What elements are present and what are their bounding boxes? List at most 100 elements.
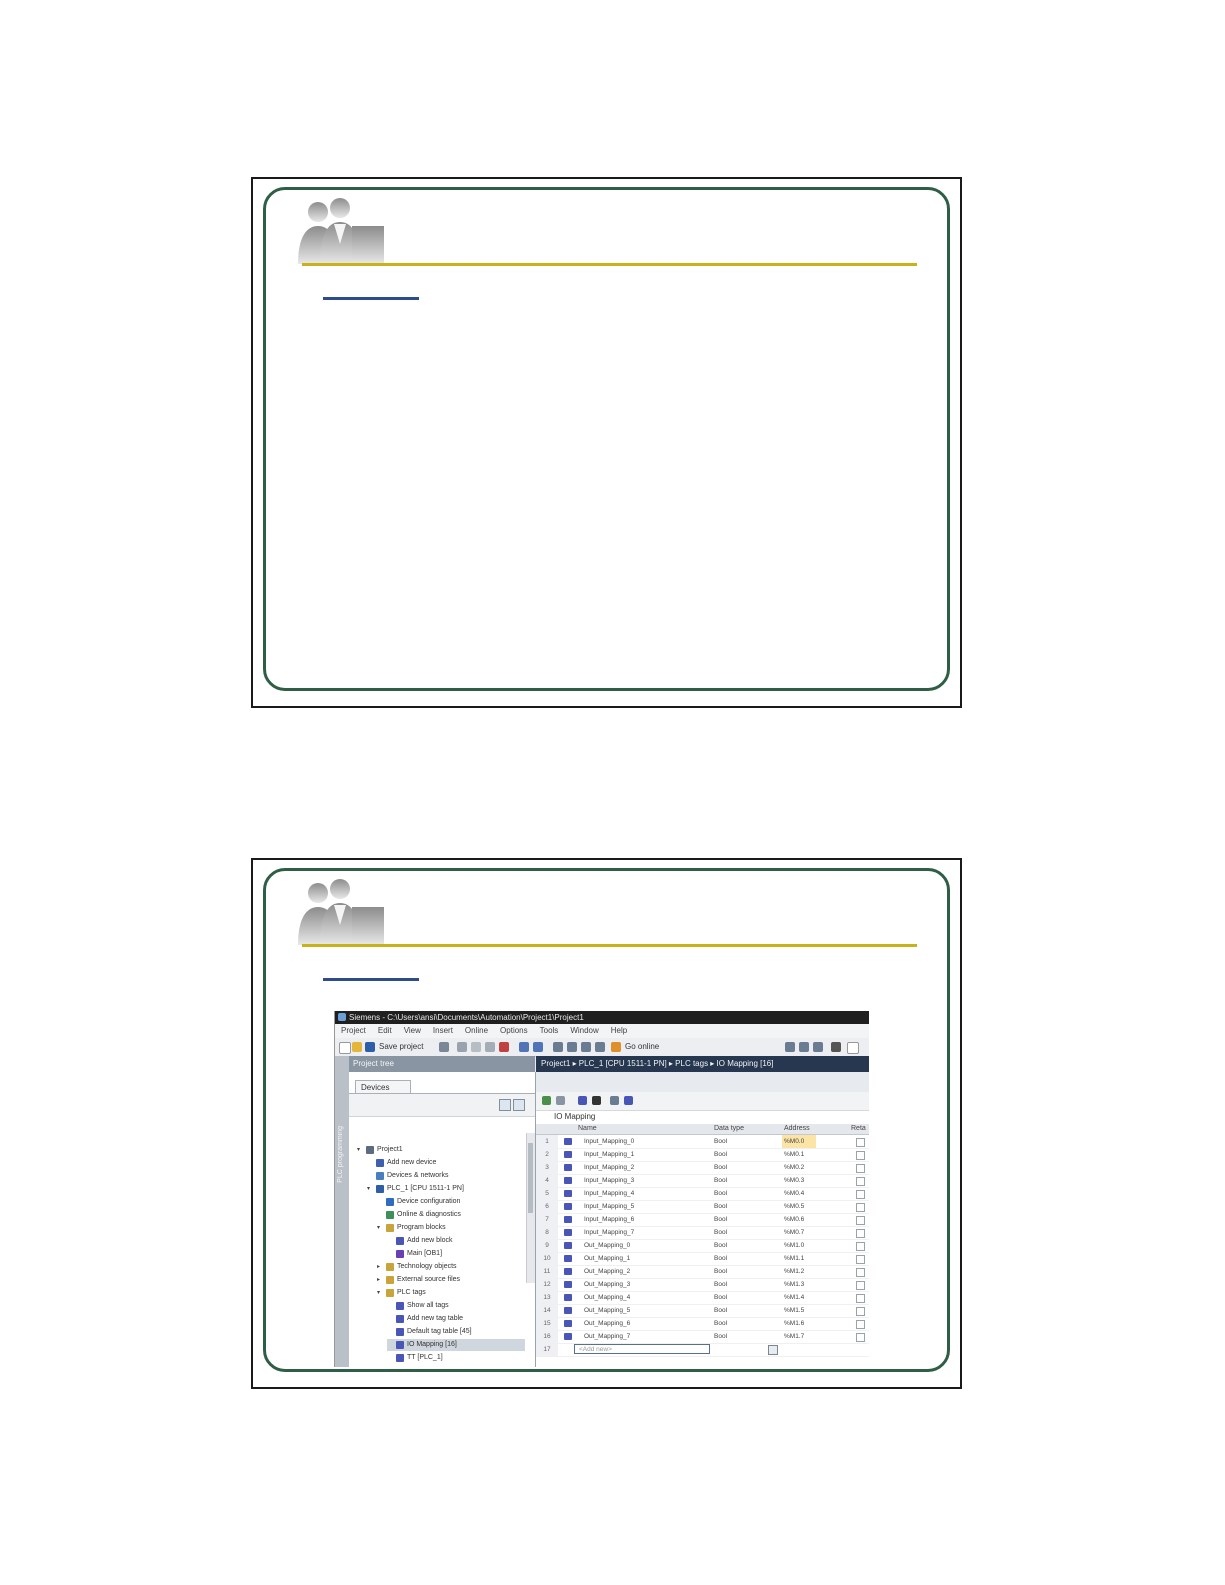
address-cell[interactable]: %M0.3 [782,1174,816,1187]
address-cell[interactable]: %M0.2 [782,1161,816,1174]
menu-item-window[interactable]: Window [570,1024,598,1038]
tag-name-cell[interactable]: Input_Mapping_5 [584,1200,634,1213]
close-icon[interactable] [831,1042,841,1052]
tree-item[interactable]: Add new block [387,1235,525,1247]
address-cell[interactable]: %M1.2 [782,1265,816,1278]
go-online-icon[interactable] [611,1042,621,1052]
retain-checkbox[interactable] [856,1333,865,1342]
tree-expander-icon[interactable]: ▸ [377,1274,383,1286]
data-type-cell[interactable]: Bool [714,1278,727,1291]
tag-name-cell[interactable]: Out_Mapping_6 [584,1317,630,1330]
address-cell[interactable]: %M0.7 [782,1226,816,1239]
data-type-cell[interactable]: Bool [714,1213,727,1226]
filter-icon[interactable] [624,1096,633,1105]
address-cell[interactable]: %M1.5 [782,1304,816,1317]
layout-icon[interactable] [799,1042,809,1052]
pin-icon[interactable] [592,1096,601,1105]
tree-item[interactable]: ▾ Program blocks [377,1222,525,1234]
data-type-cell[interactable]: Bool [714,1252,727,1265]
tree-item[interactable]: ▸ Technology objects [377,1261,525,1273]
address-cell[interactable]: %M1.3 [782,1278,816,1291]
tree-view-icon[interactable] [499,1099,511,1111]
address-cell[interactable]: %M0.1 [782,1148,816,1161]
save-icon[interactable] [365,1042,375,1052]
side-strip-label[interactable]: PLC programming [337,1126,344,1183]
retain-checkbox[interactable] [856,1177,865,1186]
table-row[interactable]: 3 Input_Mapping_2 Bool %M0.2 [536,1161,869,1175]
table-row[interactable]: 10 Out_Mapping_1 Bool %M1.1 [536,1252,869,1266]
menu-item-options[interactable]: Options [500,1024,528,1038]
tag-name-cell[interactable]: Input_Mapping_6 [584,1213,634,1226]
redo-icon[interactable] [533,1042,543,1052]
address-cell[interactable]: %M0.0 [782,1135,817,1148]
data-type-cell[interactable]: Bool [714,1304,727,1317]
table-row[interactable]: 11 Out_Mapping_2 Bool %M1.2 [536,1265,869,1279]
address-cell[interactable]: %M0.5 [782,1200,816,1213]
table-row[interactable]: 5 Input_Mapping_4 Bool %M0.4 [536,1187,869,1201]
data-type-cell[interactable]: Bool [714,1330,727,1343]
data-type-cell[interactable]: Bool [714,1187,727,1200]
tree-item[interactable]: ▾ PLC tags [377,1287,525,1299]
menu-item-view[interactable]: View [404,1024,421,1038]
column-header-address[interactable]: Address [784,1124,810,1134]
retain-checkbox[interactable] [856,1229,865,1238]
add-row-icon[interactable] [542,1096,551,1105]
data-type-cell[interactable]: Bool [714,1265,727,1278]
go-online-button[interactable]: Go online [625,1042,659,1051]
tree-item[interactable]: ▾ Project1 [357,1144,525,1156]
data-type-cell[interactable]: Bool [714,1291,727,1304]
data-type-cell[interactable]: Bool [714,1317,727,1330]
retain-checkbox[interactable] [856,1164,865,1173]
copy-icon[interactable] [471,1042,481,1052]
save-project-button[interactable]: Save project [379,1042,423,1051]
table-row[interactable]: 13 Out_Mapping_4 Bool %M1.4 [536,1291,869,1305]
retain-checkbox[interactable] [856,1281,865,1290]
tree-item[interactable]: Device configuration [377,1196,525,1208]
menu-item-help[interactable]: Help [611,1024,627,1038]
address-cell[interactable]: %M1.7 [782,1330,816,1343]
table-row[interactable]: 15 Out_Mapping_6 Bool %M1.6 [536,1317,869,1331]
tree-item[interactable]: Online & diagnostics [377,1209,525,1221]
tree-expander-icon[interactable]: ▾ [377,1287,383,1299]
retain-checkbox[interactable] [856,1255,865,1264]
tree-item[interactable]: ▸ PLC data types [377,1365,525,1367]
table-row[interactable]: 1 Input_Mapping_0 Bool %M0.0 [536,1135,869,1149]
table-row[interactable]: 14 Out_Mapping_5 Bool %M1.5 [536,1304,869,1318]
table-row[interactable]: 7 Input_Mapping_6 Bool %M0.6 [536,1213,869,1227]
data-type-cell[interactable]: Bool [714,1200,727,1213]
address-cell[interactable]: %M0.4 [782,1187,816,1200]
insert-row-icon[interactable] [556,1096,565,1105]
search-box-icon[interactable] [847,1042,859,1054]
tag-name-cell[interactable]: Input_Mapping_1 [584,1148,634,1161]
tab-devices[interactable]: Devices [355,1080,411,1093]
tag-name-cell[interactable]: Input_Mapping_4 [584,1187,634,1200]
tree-item[interactable]: IO Mapping [16] [387,1339,525,1351]
compile-icon[interactable] [553,1042,563,1052]
tree-item[interactable]: Main [OB1] [387,1248,525,1260]
tree-item[interactable]: ▸ External source files [377,1274,525,1286]
data-type-cell[interactable]: Bool [714,1226,727,1239]
menu-item-insert[interactable]: Insert [433,1024,453,1038]
add-new-row[interactable]: 17 <Add new> [536,1343,869,1357]
paste-icon[interactable] [485,1042,495,1052]
column-header-data-type[interactable]: Data type [714,1124,744,1134]
upload-icon[interactable] [581,1042,591,1052]
address-cell[interactable]: %M1.1 [782,1252,816,1265]
split-view-icon[interactable] [785,1042,795,1052]
undo-icon[interactable] [519,1042,529,1052]
retain-checkbox[interactable] [856,1138,865,1147]
tree-item[interactable]: Add new tag table [387,1313,525,1325]
new-project-icon[interactable] [339,1042,351,1054]
grid-icon[interactable] [813,1042,823,1052]
table-row[interactable]: 6 Input_Mapping_5 Bool %M0.5 [536,1200,869,1214]
tag-name-cell[interactable]: Out_Mapping_4 [584,1291,630,1304]
tag-name-cell[interactable]: Input_Mapping_0 [584,1135,634,1148]
delete-icon[interactable] [499,1042,509,1052]
data-type-dropdown-icon[interactable] [768,1345,778,1355]
tree-expander-icon[interactable]: ▸ [377,1261,383,1273]
menu-item-tools[interactable]: Tools [540,1024,559,1038]
tree-sort-icon[interactable] [513,1099,525,1111]
tag-name-cell[interactable]: Input_Mapping_3 [584,1174,634,1187]
print-icon[interactable] [439,1042,449,1052]
address-cell[interactable]: %M1.4 [782,1291,816,1304]
